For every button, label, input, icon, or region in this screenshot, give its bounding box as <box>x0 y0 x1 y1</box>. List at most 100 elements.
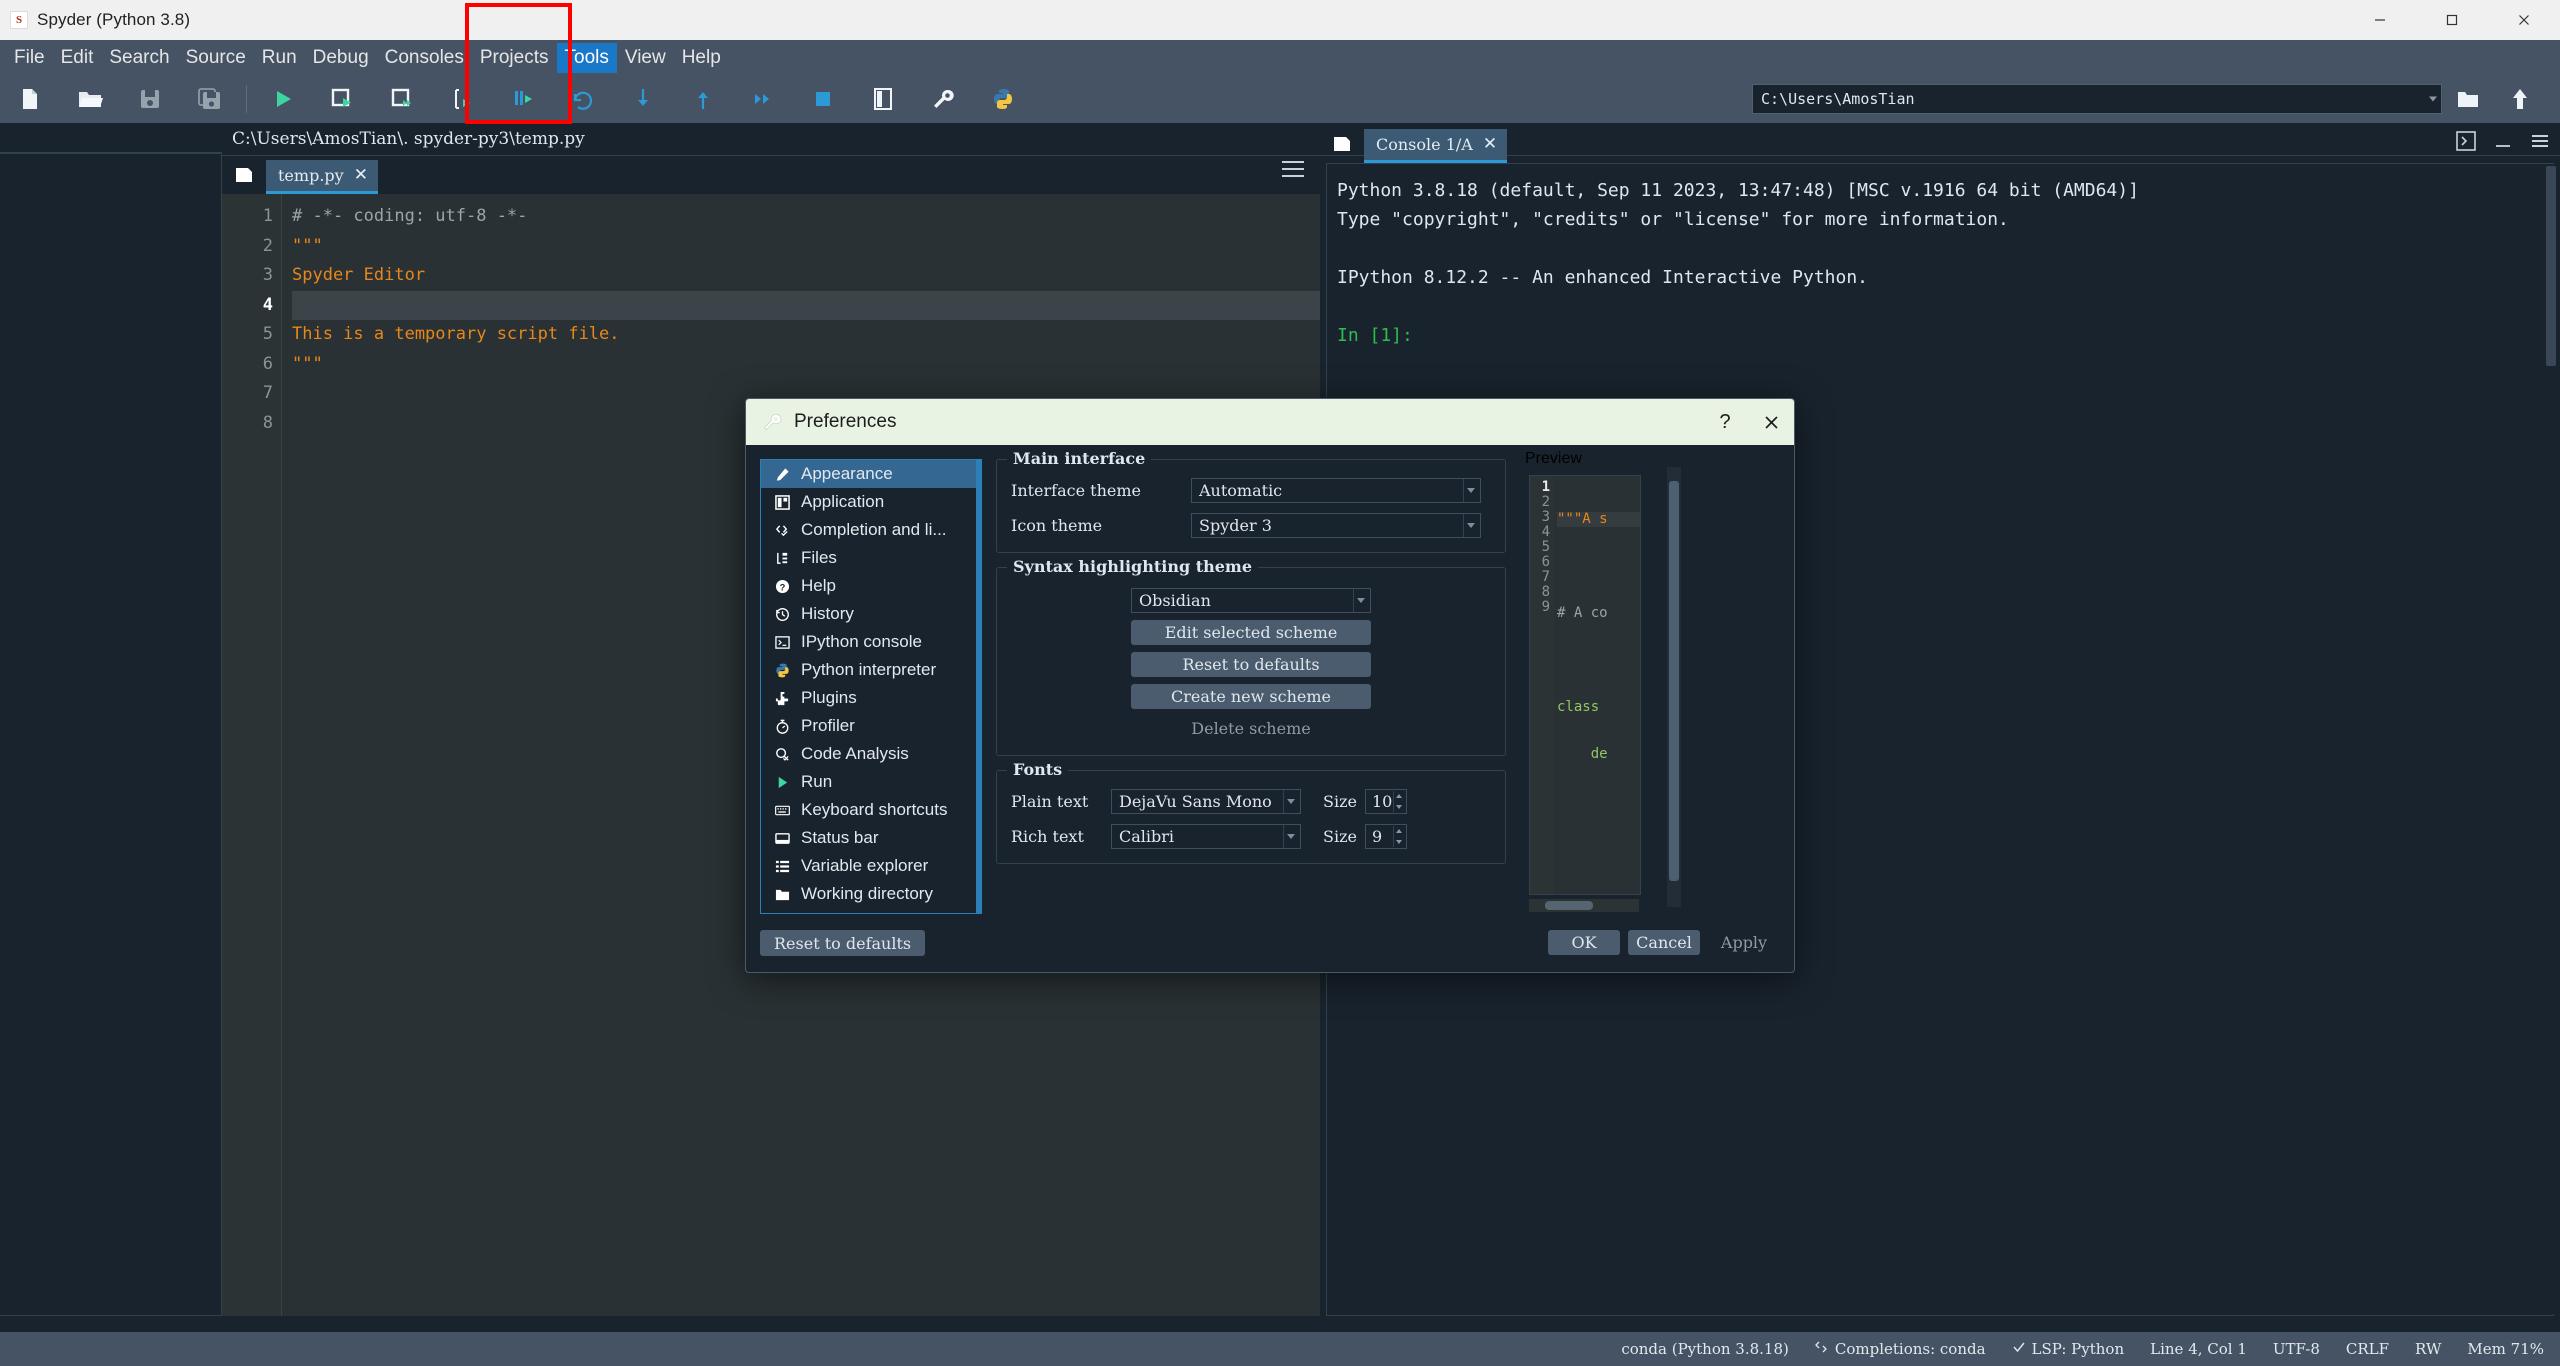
debug-step-over-icon[interactable] <box>733 77 793 121</box>
menu-search[interactable]: Search <box>101 43 177 73</box>
chevron-down-icon[interactable] <box>1463 479 1477 502</box>
category-list-scrollbar[interactable] <box>976 460 981 913</box>
status-lsp[interactable]: LSP: Python <box>2012 1340 2124 1358</box>
preferences-category-list[interactable]: Appearance Application Completion and li… <box>760 459 982 914</box>
file-browse-icon[interactable] <box>1320 125 1364 163</box>
status-interpreter[interactable]: conda (Python 3.8.18) <box>1621 1340 1789 1358</box>
plain-text-size-stepper[interactable]: 10 <box>1364 789 1407 814</box>
scrollbar-thumb[interactable] <box>1545 901 1593 910</box>
menu-debug[interactable]: Debug <box>305 43 377 73</box>
delete-scheme-button[interactable]: Delete scheme <box>1131 716 1371 741</box>
scrollbar-thumb[interactable] <box>1669 481 1679 881</box>
sidebar-item-profiler[interactable]: Profiler <box>761 712 981 740</box>
ok-button[interactable]: OK <box>1548 930 1620 955</box>
create-new-scheme-button[interactable]: Create new scheme <box>1131 684 1371 709</box>
menu-run[interactable]: Run <box>254 43 305 73</box>
sidebar-item-help[interactable]: ? Help <box>761 572 981 600</box>
preferences-vertical-scrollbar[interactable] <box>1667 467 1681 907</box>
debug-step-into-icon[interactable] <box>613 77 673 121</box>
edit-selected-scheme-button[interactable]: Edit selected scheme <box>1131 620 1371 645</box>
sidebar-item-variable-explorer[interactable]: Variable explorer <box>761 852 981 880</box>
sidebar-item-editor[interactable]: Editor <box>761 908 981 913</box>
editor-options-menu-icon[interactable] <box>1282 161 1304 177</box>
file-browse-icon[interactable] <box>222 156 266 194</box>
status-eol[interactable]: CRLF <box>2346 1340 2389 1358</box>
syntax-scheme-select[interactable]: Obsidian <box>1131 588 1371 613</box>
scrollbar-thumb[interactable] <box>2546 166 2556 366</box>
save-file-icon[interactable] <box>120 77 180 121</box>
pythonpath-icon[interactable] <box>973 77 1033 121</box>
rich-text-size-stepper[interactable]: 9 <box>1364 824 1407 849</box>
maximize-icon[interactable] <box>2416 0 2488 40</box>
sidebar-item-completion-and-linting[interactable]: Completion and li... <box>761 516 981 544</box>
left-pane-body[interactable] <box>0 153 222 1316</box>
sidebar-item-appearance[interactable]: Appearance <box>761 460 981 488</box>
run-cell-advance-icon[interactable] <box>373 77 433 121</box>
menu-file[interactable]: File <box>6 43 53 73</box>
menu-help[interactable]: Help <box>674 43 729 73</box>
sidebar-item-python-interpreter[interactable]: Python interpreter <box>761 656 981 684</box>
status-encoding[interactable]: UTF-8 <box>2273 1340 2320 1358</box>
close-icon[interactable] <box>1748 399 1794 445</box>
menu-projects[interactable]: Projects <box>472 43 557 73</box>
apply-button[interactable]: Apply <box>1708 930 1780 955</box>
preview-code-box[interactable]: 1 2 3 4 5 6 7 8 9 """A s # A co class de <box>1529 475 1641 895</box>
console-tab-1a[interactable]: Console 1/A ✕ <box>1364 129 1508 163</box>
run-file-icon[interactable] <box>253 77 313 121</box>
close-icon[interactable]: ✕ <box>1483 136 1497 153</box>
sidebar-item-plugins[interactable]: Plugins <box>761 684 981 712</box>
run-selection-icon[interactable] <box>433 77 493 121</box>
reset-to-defaults-button[interactable]: Reset to defaults <box>760 930 926 956</box>
debug-step-return-icon[interactable] <box>673 77 733 121</box>
status-cursor-position[interactable]: Line 4, Col 1 <box>2150 1340 2247 1358</box>
new-console-icon[interactable] <box>2456 131 2476 156</box>
maximize-icon[interactable] <box>2494 132 2512 155</box>
stepper-arrows[interactable] <box>1392 791 1404 812</box>
minimize-icon[interactable] <box>2344 0 2416 40</box>
rich-text-font-select[interactable]: Calibri <box>1111 824 1301 849</box>
close-icon[interactable] <box>2488 0 2560 40</box>
help-button[interactable]: ? <box>1702 399 1748 445</box>
maximize-pane-icon[interactable] <box>853 77 913 121</box>
debug-file-icon[interactable] <box>493 77 553 121</box>
stepper-arrows[interactable] <box>1392 826 1404 847</box>
chevron-down-icon[interactable] <box>2429 96 2437 102</box>
sidebar-item-working-directory[interactable]: Working directory <box>761 880 981 908</box>
run-cell-icon[interactable] <box>313 77 373 121</box>
status-memory[interactable]: Mem 71% <box>2467 1340 2544 1358</box>
save-all-icon[interactable] <box>180 77 240 121</box>
chevron-down-icon[interactable] <box>1353 589 1367 612</box>
debug-continue-icon[interactable] <box>553 77 613 121</box>
close-icon[interactable]: ✕ <box>354 167 368 184</box>
menu-tools[interactable]: Tools <box>556 42 617 73</box>
icon-theme-select[interactable]: Spyder 3 <box>1191 513 1481 538</box>
new-file-icon[interactable] <box>0 77 60 121</box>
debug-stop-icon[interactable] <box>793 77 853 121</box>
arrow-up-icon[interactable] <box>2494 77 2546 121</box>
preview-horizontal-scrollbar[interactable] <box>1529 899 1639 912</box>
sidebar-item-code-analysis[interactable]: Code Analysis <box>761 740 981 768</box>
chevron-down-icon[interactable] <box>1283 825 1297 848</box>
sidebar-item-ipython-console[interactable]: IPython console <box>761 628 981 656</box>
sidebar-item-run[interactable]: Run <box>761 768 981 796</box>
editor-tab-temp-py[interactable]: temp.py ✕ <box>266 160 378 194</box>
cancel-button[interactable]: Cancel <box>1628 930 1700 955</box>
menu-source[interactable]: Source <box>178 43 254 73</box>
status-readwrite[interactable]: RW <box>2415 1340 2441 1358</box>
sidebar-item-keyboard-shortcuts[interactable]: Keyboard shortcuts <box>761 796 981 824</box>
working-directory-combo[interactable]: C:\Users\AmosTian <box>1752 84 2442 114</box>
reset-scheme-button[interactable]: Reset to defaults <box>1131 652 1371 677</box>
sidebar-item-status-bar[interactable]: Status bar <box>761 824 981 852</box>
chevron-down-icon[interactable] <box>1463 514 1477 537</box>
options-menu-icon[interactable] <box>2530 133 2550 154</box>
sidebar-item-history[interactable]: History <box>761 600 981 628</box>
status-completions[interactable]: Completions: conda <box>1814 1340 1986 1358</box>
plain-text-font-select[interactable]: DejaVu Sans Mono <box>1111 789 1301 814</box>
menu-consoles[interactable]: Consoles <box>377 43 472 73</box>
folder-icon[interactable] <box>2442 77 2494 121</box>
menu-view[interactable]: View <box>617 43 674 73</box>
sidebar-item-files[interactable]: Files <box>761 544 981 572</box>
interface-theme-select[interactable]: Automatic <box>1191 478 1481 503</box>
chevron-down-icon[interactable] <box>1283 790 1297 813</box>
sidebar-item-application[interactable]: Application <box>761 488 981 516</box>
